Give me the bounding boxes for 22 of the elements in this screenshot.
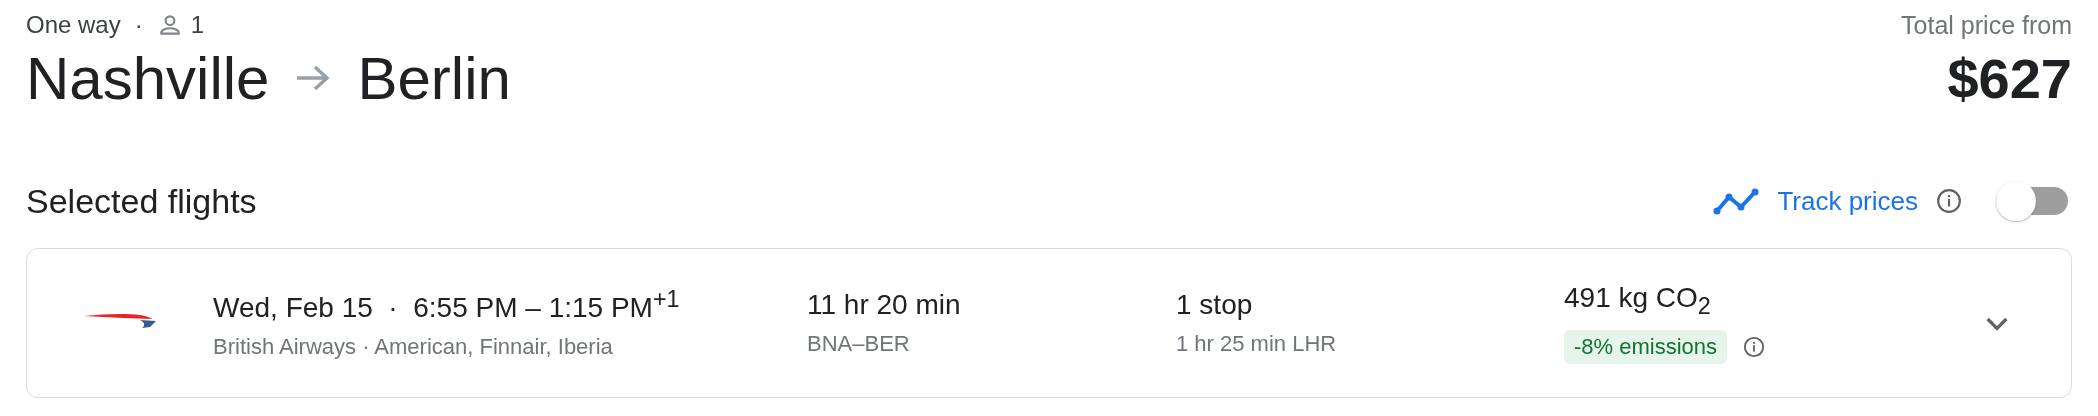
price-label: Total price from — [1901, 9, 2072, 41]
layover-text: 1 hr 25 min LHR — [1176, 331, 1338, 357]
airlines-text: British Airways · American, Finnair, Iberia — [213, 334, 614, 361]
origin-city: Nashville — [26, 43, 270, 113]
route-codes: BNA–BER — [807, 331, 911, 357]
emissions-amount: 491 kg CO$_{2}$ — [1564, 282, 1711, 314]
destination-city: Berlin — [357, 43, 511, 113]
flight-times: Wed, Feb 15 · 6:55 PM – 1:15 PM$^{+1}$ — [213, 292, 680, 324]
separator-dot: · — [134, 11, 143, 39]
flight-duration: 11 hr 20 min — [807, 289, 962, 321]
info-icon[interactable] — [1743, 335, 1766, 358]
track-prices-link[interactable]: Track prices — [1777, 185, 1918, 217]
section-title: Selected flights — [26, 181, 257, 221]
info-icon[interactable] — [1936, 188, 1962, 214]
total-price: $627 — [1947, 45, 2072, 112]
arrow-right-icon — [295, 64, 332, 92]
flight-card[interactable]: Wed, Feb 15 · 6:55 PM – 1:15 PM$^{+1}$ British Airways · American, Finnair, Iberia 11 hr 20 min BNA–BER 1 stop 1 hr 25 min LHR 491 kg CO$_{2}$ -8% emissions — [26, 248, 2072, 398]
trip-type: One way — [26, 11, 121, 39]
passenger-count: 1 — [190, 11, 205, 39]
emissions-badge: -8% emissions — [1564, 329, 1728, 364]
trend-line-icon[interactable] — [1713, 187, 1760, 215]
stops-count: 1 stop — [1176, 289, 1254, 321]
